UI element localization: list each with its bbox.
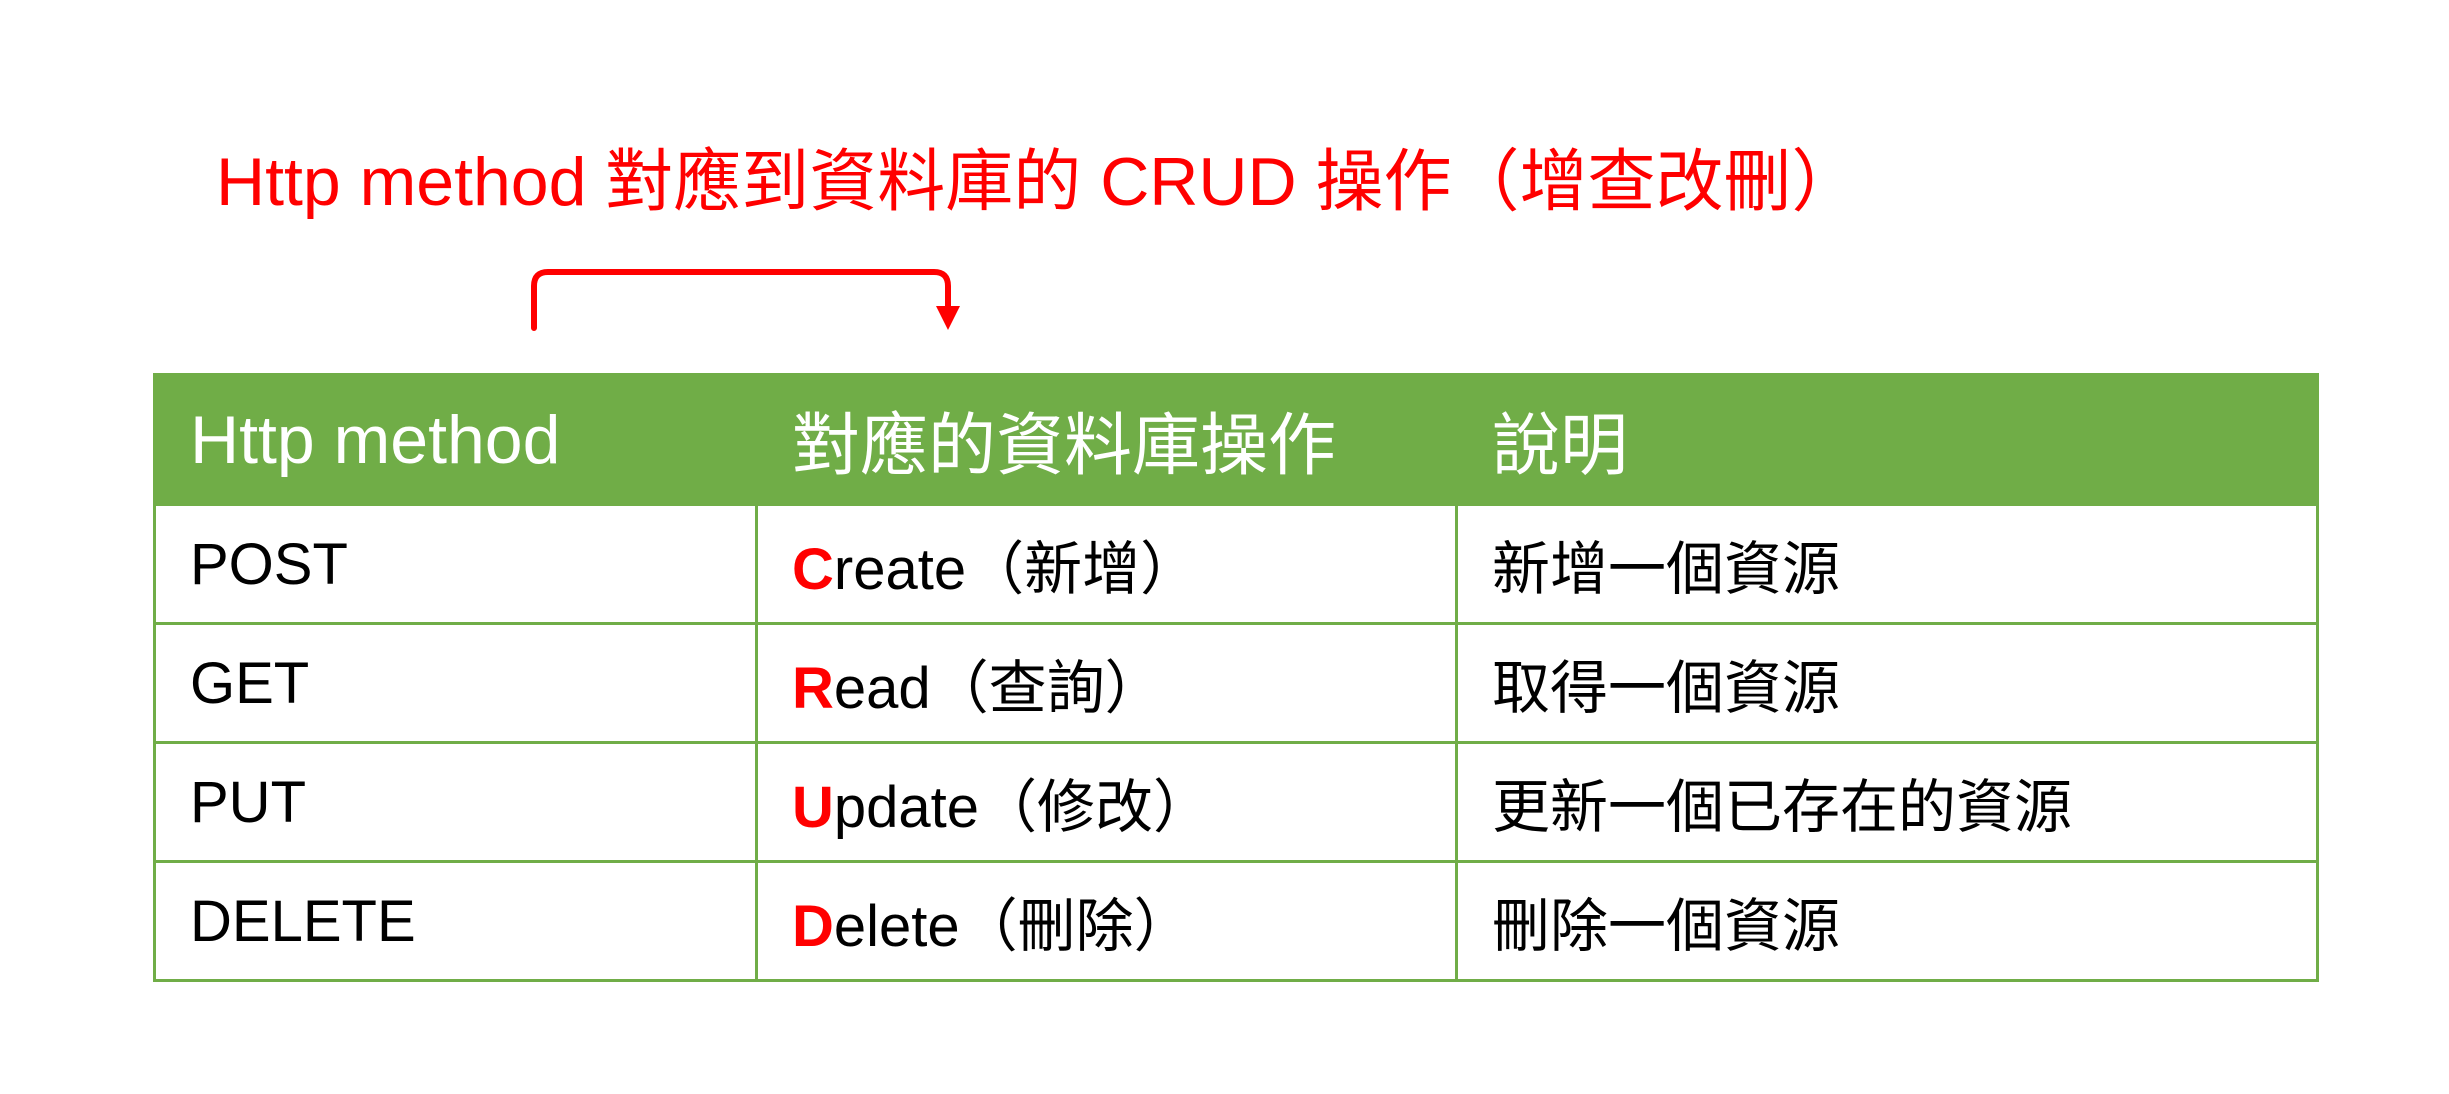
operation-cell: Read（查詢） (755, 622, 1458, 744)
table-row: DELETE Delete（刪除） 刪除一個資源 (153, 860, 2319, 982)
description-cell: 取得一個資源 (1455, 622, 2319, 744)
operation-initial: C (792, 537, 834, 602)
crud-mapping-table: Http method 對應的資料庫操作 說明 POST Create（新增） … (153, 373, 2319, 982)
table-row: GET Read（查詢） 取得一個資源 (153, 622, 2319, 744)
header-db-operation: 對應的資料庫操作 (755, 373, 1458, 506)
operation-rest: pdate（修改） (833, 775, 1212, 840)
operation-rest: reate（新增） (833, 537, 1199, 602)
page-title: Http method 對應到資料庫的 CRUD 操作（增查改刪） (216, 144, 1860, 220)
method-cell: GET (153, 622, 758, 744)
operation-rest: ead（查詢） (833, 656, 1163, 721)
header-description: 說明 (1455, 373, 2319, 506)
operation-cell: Delete（刪除） (755, 860, 1458, 982)
table-row: PUT Update（修改） 更新一個已存在的資源 (153, 741, 2319, 863)
description-cell: 新增一個資源 (1455, 503, 2319, 625)
method-cell: DELETE (153, 860, 758, 982)
operation-rest: elete（刪除） (833, 894, 1192, 959)
description-cell: 刪除一個資源 (1455, 860, 2319, 982)
operation-initial: U (792, 775, 834, 840)
table-row: POST Create（新增） 新增一個資源 (153, 503, 2319, 625)
operation-cell: Create（新增） (755, 503, 1458, 625)
description-cell: 更新一個已存在的資源 (1455, 741, 2319, 863)
operation-initial: D (792, 894, 834, 959)
method-cell: POST (153, 503, 758, 625)
method-cell: PUT (153, 741, 758, 863)
operation-initial: R (792, 656, 834, 721)
operation-cell: Update（修改） (755, 741, 1458, 863)
header-http-method: Http method (153, 373, 758, 506)
table-header-row: Http method 對應的資料庫操作 說明 (153, 373, 2319, 506)
